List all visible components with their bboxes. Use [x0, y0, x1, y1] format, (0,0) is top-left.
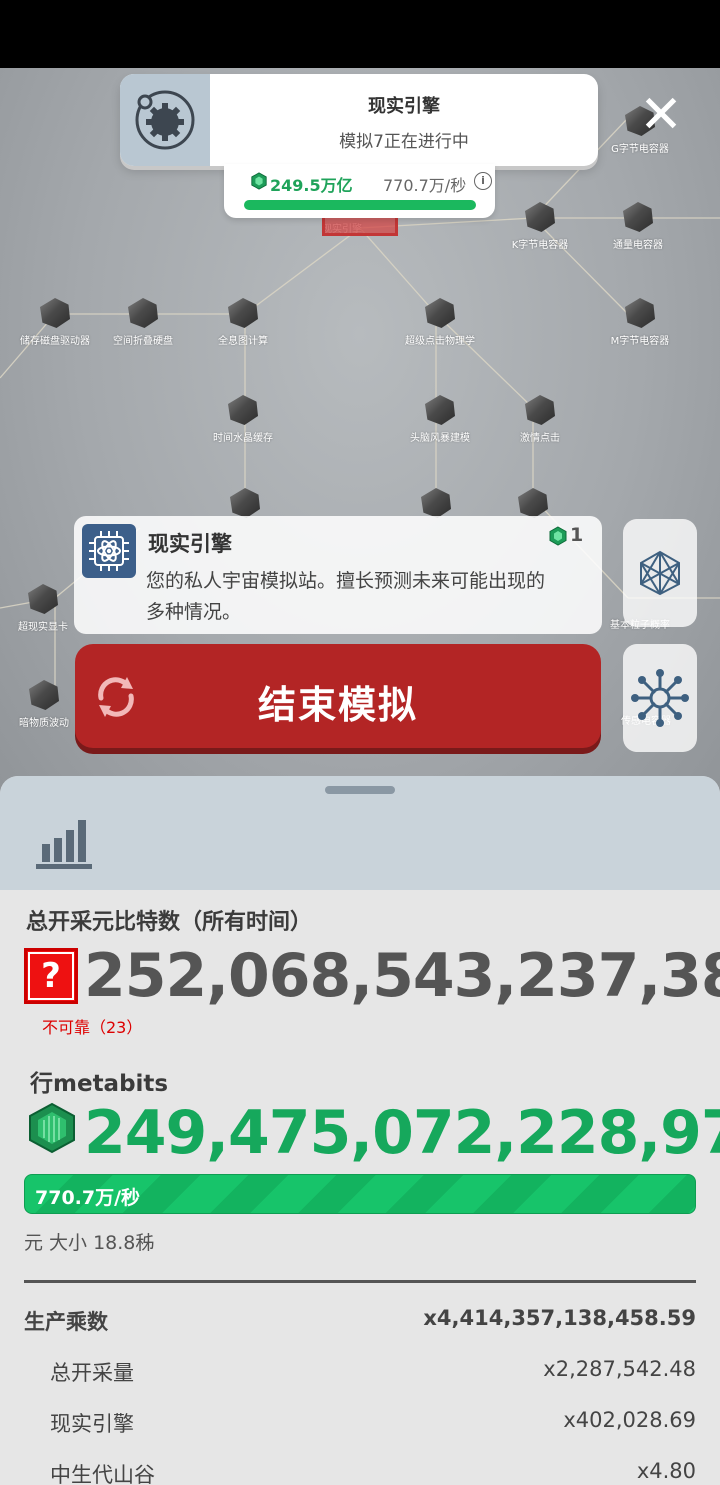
multiplier-value: x402,028.69 [563, 1408, 696, 1432]
metabits-label: 行metabits [30, 1071, 169, 1097]
tree-node[interactable]: 全息图计算 [183, 298, 303, 347]
node-gem-icon [525, 395, 555, 425]
node-gem-icon [518, 488, 548, 518]
building-description: 您的私人宇宙模拟站。擅长预测未来可能出现的多种情况。 [146, 570, 546, 623]
node-gem-icon [425, 395, 455, 425]
neuron-button[interactable] [623, 644, 697, 752]
tree-node[interactable]: M字节电容器 [580, 298, 700, 347]
divider [24, 1280, 696, 1283]
drag-handle[interactable] [325, 786, 395, 794]
multiplier-name: 总开采量 [50, 1361, 134, 1385]
tree-node[interactable]: 时间水晶缓存 [183, 395, 303, 444]
total-mined-label: 总开采元比特数（所有时间） [26, 910, 313, 935]
node-gem-icon [28, 584, 58, 614]
unreliable-icon[interactable]: ? [24, 948, 78, 1004]
info-icon[interactable]: i [474, 172, 492, 190]
multiplier-name: 生产乘数 [24, 1310, 108, 1334]
simulation-title: 现实引擎 [368, 96, 440, 117]
meta-size-text: 元 大小 18.8秭 [24, 1232, 155, 1254]
multiplier-name: 现实引擎 [50, 1412, 134, 1436]
multiplier-row: 现实引擎 x402,028.69 [24, 1408, 696, 1438]
node-gem-icon [625, 298, 655, 328]
building-count-value: 1 [570, 524, 584, 546]
network-icon [640, 550, 680, 596]
metabit-gem-icon [29, 1102, 75, 1154]
building-title: 现实引擎 [148, 532, 232, 556]
settings-gear-icon [120, 74, 210, 166]
multiplier-value: x4.80 [636, 1459, 696, 1483]
atom-chip-icon [82, 524, 136, 578]
multiplier-row: 中生代山谷 x4.80 [24, 1459, 696, 1485]
stats-panel: 总开采元比特数（所有时间） ? 252,068,543,237,388 不可靠（… [0, 776, 720, 1485]
bar-chart-icon[interactable] [36, 814, 94, 870]
node-gem-icon [228, 298, 258, 328]
unreliable-count: 不可靠（23） [42, 1018, 143, 1037]
tree-node[interactable] [473, 488, 593, 518]
stats-panel-header[interactable] [0, 776, 720, 890]
multiplier-value: x4,414,357,138,458.59 [423, 1306, 696, 1330]
multiplier-row: 生产乘数 x4,414,357,138,458.59 [24, 1306, 696, 1336]
production-rate-bar: 770.7万/秒 [24, 1174, 696, 1214]
close-icon[interactable]: ✕ [636, 89, 686, 142]
rate-progress-bar [244, 200, 476, 210]
metabits-value: 249,475,072,228,974 [84, 1098, 720, 1168]
node-gem-icon [425, 298, 455, 328]
node-label: 超级点击物理学 [405, 336, 475, 347]
total-mined-value: 252,068,543,237,388 [84, 941, 720, 1011]
status-bar [0, 0, 720, 68]
node-gem-icon [421, 488, 451, 518]
tree-node[interactable]: 更大 [678, 202, 720, 251]
multiplier-name: 中生代山谷 [50, 1463, 155, 1485]
node-gem-icon [623, 202, 653, 232]
node-gem-icon [29, 680, 59, 710]
simulation-status: 模拟7正在进行中 [339, 132, 469, 152]
tree-node[interactable] [185, 488, 305, 518]
simulation-header: 现实引擎 模拟7正在进行中 [120, 74, 598, 166]
neuron-icon [631, 669, 689, 727]
building-info-card: 现实引擎 您的私人宇宙模拟站。擅长预测未来可能出现的多种情况。 [74, 516, 602, 634]
production-rate-text: 770.7万/秒 [35, 1187, 141, 1209]
node-gem-icon [128, 298, 158, 328]
network-button[interactable] [623, 519, 697, 627]
multiplier-value: x2,287,542.48 [543, 1357, 696, 1381]
metabit-rate: 770.7万/秒 [383, 176, 467, 195]
node-gem-icon [230, 488, 260, 518]
node-label: M字节电容器 [610, 336, 670, 347]
metabit-rate-pill: 249.5万亿 770.7万/秒 i [224, 164, 495, 218]
multiplier-row: 总开采量 x2,287,542.48 [24, 1357, 696, 1387]
node-label: 时间水晶缓存 [213, 433, 273, 444]
node-label: 更大 [678, 236, 720, 251]
metabit-gem-icon [251, 172, 267, 190]
node-gem-icon [525, 202, 555, 232]
end-simulation-label: 结束模拟 [257, 683, 418, 727]
end-simulation-button[interactable]: 结束模拟 [75, 644, 601, 748]
metabit-amount: 249.5万亿 [270, 176, 353, 195]
metabit-gem-icon [549, 526, 567, 546]
tree-node[interactable]: 激情点击 [480, 395, 600, 444]
node-label: 激情点击 [520, 433, 560, 444]
node-label: 全息图计算 [218, 336, 268, 347]
node-gem-icon [228, 395, 258, 425]
tree-node[interactable]: 超级点击物理学 [380, 298, 500, 347]
node-gem-icon [40, 298, 70, 328]
